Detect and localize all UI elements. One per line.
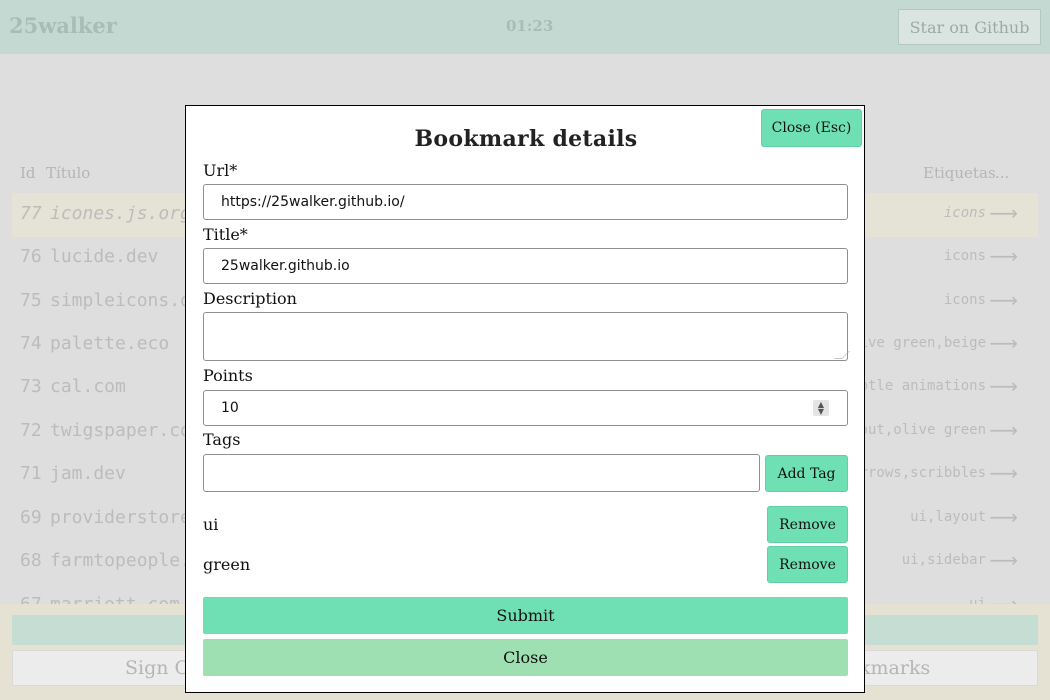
row-id: 68 bbox=[20, 550, 42, 571]
arrow-right-icon[interactable]: ⟶ bbox=[989, 374, 1018, 398]
brand-logo[interactable]: 25walker bbox=[9, 13, 117, 38]
row-tags: icons bbox=[943, 205, 986, 221]
row-title[interactable]: icones.js.org bbox=[50, 203, 191, 224]
modal-title: Bookmark details bbox=[414, 126, 638, 152]
star-on-github-button[interactable]: Star on Github bbox=[898, 9, 1041, 45]
tags-input[interactable] bbox=[203, 454, 760, 492]
description-label: Description bbox=[203, 289, 297, 308]
points-value: 10 bbox=[221, 400, 239, 416]
row-title[interactable]: lucide.dev bbox=[50, 246, 158, 267]
tag-name: green bbox=[203, 555, 251, 574]
row-id: 74 bbox=[20, 333, 42, 354]
row-tags: icons bbox=[943, 248, 986, 264]
row-tags: ui,sidebar bbox=[901, 552, 986, 568]
row-id: 77 bbox=[20, 203, 42, 224]
row-id: 72 bbox=[20, 420, 42, 441]
description-textarea[interactable] bbox=[203, 312, 850, 361]
row-id: 76 bbox=[20, 246, 42, 267]
points-input[interactable]: 10 ▲ ▼ bbox=[203, 390, 848, 426]
header-id: Id bbox=[20, 164, 36, 182]
row-id: 75 bbox=[20, 290, 42, 311]
row-title[interactable]: twigspaper.com bbox=[50, 420, 202, 441]
arrow-right-icon[interactable]: ⟶ bbox=[989, 548, 1018, 572]
submit-button[interactable]: Submit bbox=[203, 597, 848, 634]
url-input[interactable]: https://25walker.github.io/ bbox=[203, 184, 848, 220]
clock: 01:23 bbox=[506, 17, 554, 35]
arrow-right-icon[interactable]: ⟶ bbox=[989, 505, 1018, 529]
row-title[interactable]: palette.eco bbox=[50, 333, 169, 354]
row-tags: arrows,scribbles bbox=[851, 465, 986, 481]
add-tag-button[interactable]: Add Tag bbox=[765, 455, 848, 492]
row-tags: ui,layout bbox=[910, 509, 986, 525]
row-title[interactable]: cal.com bbox=[50, 376, 126, 397]
top-bar: 25walker 01:23 Star on Github bbox=[0, 0, 1050, 54]
row-tags: live green,beige bbox=[851, 335, 986, 351]
row-title[interactable]: farmtopeople.c bbox=[50, 550, 202, 571]
header-title: Título bbox=[46, 164, 91, 182]
header-tags: Etiquetas bbox=[923, 164, 996, 182]
tags-label: Tags bbox=[203, 430, 241, 449]
row-id: 69 bbox=[20, 507, 42, 528]
arrow-right-icon[interactable]: ⟶ bbox=[989, 461, 1018, 485]
arrow-right-icon[interactable]: ⟶ bbox=[989, 201, 1018, 225]
arrow-right-icon[interactable]: ⟶ bbox=[989, 331, 1018, 355]
header-more: ... bbox=[995, 164, 1010, 182]
title-input[interactable]: 25walker.github.io bbox=[203, 248, 848, 284]
url-label: Url* bbox=[203, 161, 238, 180]
row-tags: icons bbox=[943, 292, 986, 308]
arrow-right-icon[interactable]: ⟶ bbox=[989, 244, 1018, 268]
bookmark-details-modal: Close (Esc) Bookmark details Url* https:… bbox=[185, 105, 865, 693]
tag-name: ui bbox=[203, 515, 219, 534]
row-title[interactable]: jam.dev bbox=[50, 463, 126, 484]
arrow-right-icon[interactable]: ⟶ bbox=[989, 418, 1018, 442]
close-button[interactable]: Close bbox=[203, 639, 848, 676]
title-label: Title* bbox=[203, 225, 248, 244]
row-tags: ubtle animations bbox=[851, 378, 986, 394]
resize-handle-icon[interactable] bbox=[834, 351, 850, 359]
row-title[interactable]: simpleicons.or bbox=[50, 290, 202, 311]
row-id: 71 bbox=[20, 463, 42, 484]
row-id: 73 bbox=[20, 376, 42, 397]
number-stepper-icon[interactable]: ▲ ▼ bbox=[813, 400, 829, 416]
remove-tag-button[interactable]: Remove bbox=[767, 506, 848, 543]
arrow-right-icon[interactable]: ⟶ bbox=[989, 288, 1018, 312]
remove-tag-button[interactable]: Remove bbox=[767, 546, 848, 583]
points-label: Points bbox=[203, 366, 253, 385]
